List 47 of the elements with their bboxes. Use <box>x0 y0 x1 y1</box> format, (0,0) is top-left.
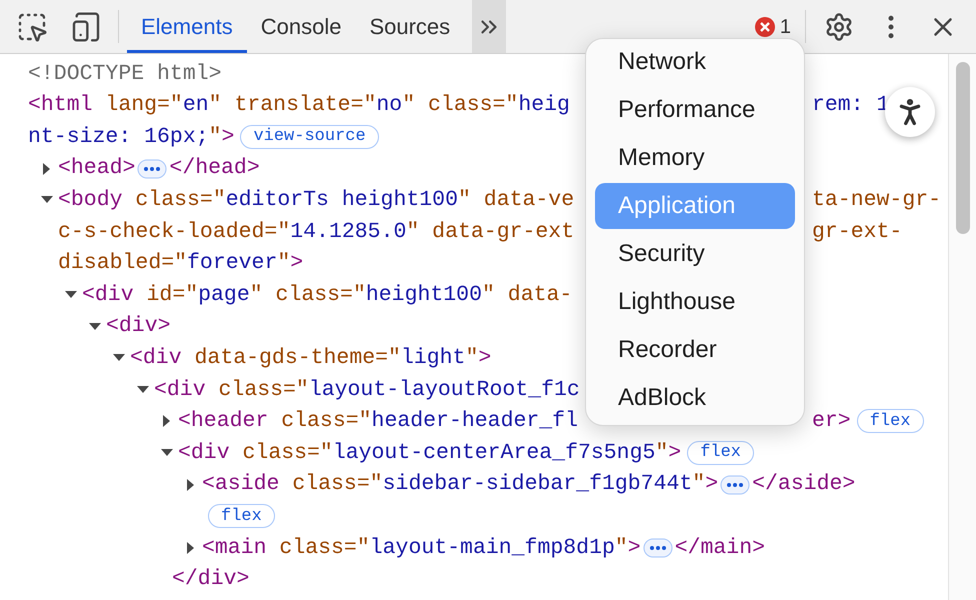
code-text: c-s-check-loaded="14.1285.0" data-gr-ext <box>58 218 574 246</box>
code-text: </main> <box>674 534 766 562</box>
code-text: <div id="page" class="height100" data- <box>82 282 572 309</box>
menu-item[interactable]: Lighthouse <box>595 279 795 325</box>
code-text: <div data-gds-theme="light"> <box>130 345 492 372</box>
menu-item[interactable]: AdBlock <box>595 375 795 421</box>
code-text: <aside class="sidebar-sidebar_f1gb744t"> <box>202 471 718 498</box>
panel-tab[interactable]: Sources <box>355 0 464 53</box>
ellipsis-icon[interactable] <box>137 158 168 179</box>
more-tabs-button[interactable] <box>472 0 506 53</box>
settings-icon[interactable] <box>824 12 854 42</box>
error-icon[interactable] <box>754 16 776 38</box>
code-text: <div> <box>106 313 171 340</box>
menu-item[interactable]: Recorder <box>595 327 795 373</box>
accessibility-button[interactable] <box>885 87 935 137</box>
code-text: <main class="layout-main_fmp8d1p"> <box>202 534 641 562</box>
error-count: 1 <box>780 14 791 40</box>
layout-badge[interactable]: flex <box>856 409 924 434</box>
layout-badge[interactable]: flex <box>208 504 275 528</box>
ellipsis-icon[interactable] <box>720 474 750 495</box>
code-text: <!DOCTYPE html> <box>28 60 222 88</box>
menu-item[interactable]: Security <box>595 231 795 277</box>
code-text: er> <box>812 408 851 436</box>
panel-tab[interactable]: Elements <box>127 0 247 53</box>
code-text: <html lang="en" translate="no" class="heig <box>28 92 570 120</box>
code-text: <head> <box>58 155 136 182</box>
code-text: disabled="forever"> <box>58 250 304 278</box>
device-toolbar-icon[interactable] <box>70 10 102 42</box>
menu-item[interactable]: Network <box>595 39 795 85</box>
scrollbar-thumb[interactable] <box>956 62 970 234</box>
code-text: ta-new-gr- <box>812 187 942 214</box>
code-text: <div class="layout-centerArea_f7s5ng5"> <box>178 440 682 467</box>
ellipsis-icon[interactable] <box>642 538 673 558</box>
layout-badge[interactable]: flex <box>687 440 754 465</box>
panel-tab[interactable]: Console <box>246 0 356 53</box>
code-text: </div> <box>172 566 250 594</box>
layout-badge[interactable]: view-source <box>240 124 379 149</box>
menu-item[interactable]: Memory <box>595 135 795 181</box>
code-text: <div class="layout-layoutRoot_f1c <box>154 376 580 404</box>
code-text: <header class="header-header_fl <box>178 408 578 436</box>
menu-item[interactable]: Performance <box>595 87 795 133</box>
code-text: <body class="editorTs height100" data-ve <box>58 187 574 214</box>
scrollbar[interactable] <box>948 54 976 600</box>
code-text: </head> <box>169 155 260 182</box>
code-text: nt-size: 16px;"> <box>28 124 234 151</box>
code-text: gr-ext- <box>812 218 902 246</box>
code-text: </aside> <box>752 471 856 498</box>
